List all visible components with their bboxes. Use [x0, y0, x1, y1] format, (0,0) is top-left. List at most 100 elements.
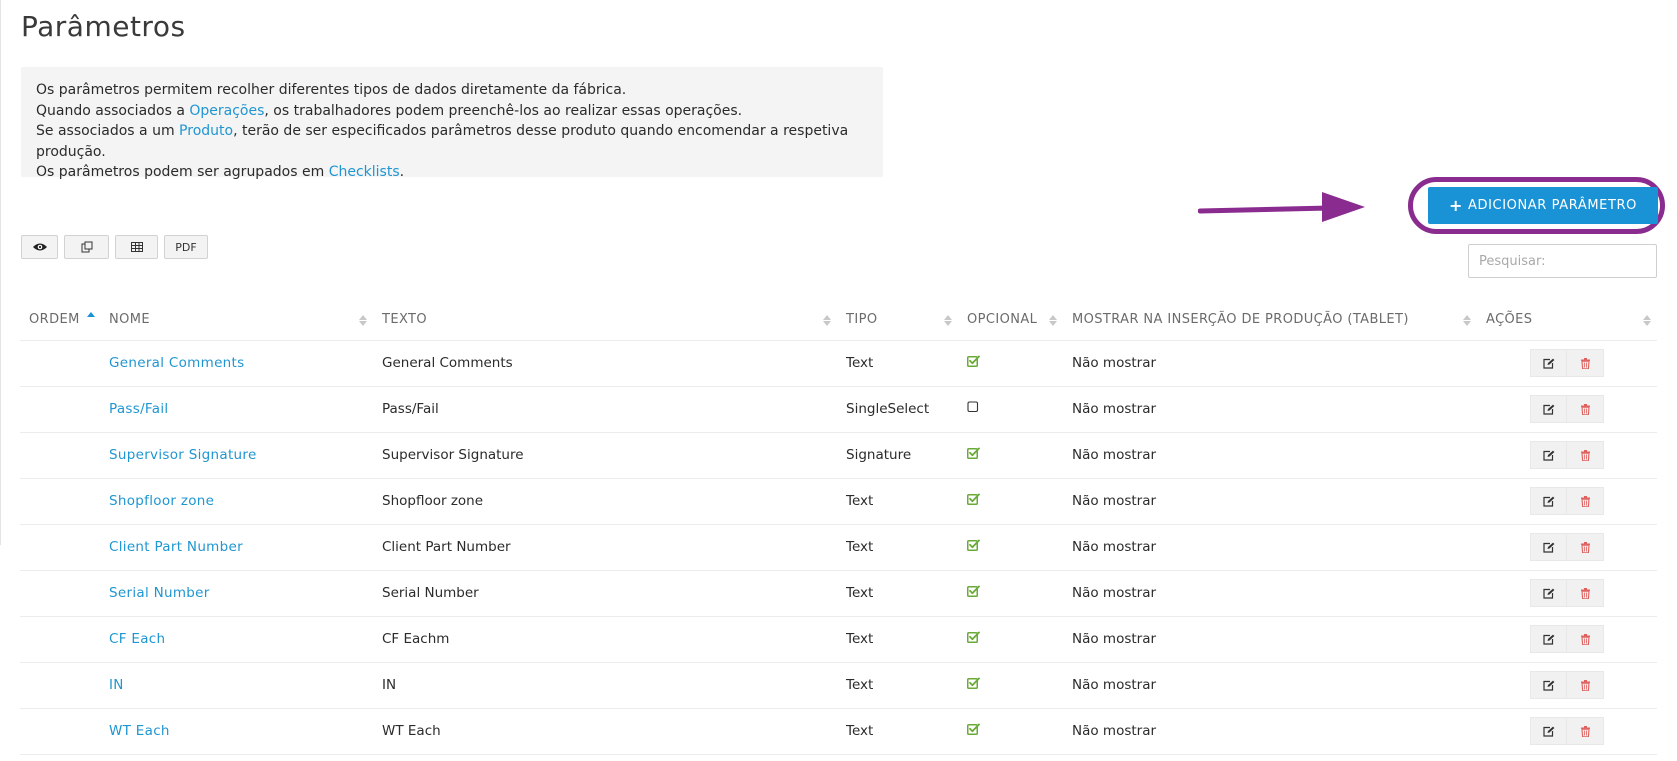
actions-cell: [1477, 386, 1657, 433]
row-actions: [1530, 625, 1604, 653]
edit-button[interactable]: [1530, 533, 1567, 561]
ordem-cell: [20, 662, 100, 709]
trash-icon: [1580, 679, 1590, 691]
mostrar-cell: Não mostrar: [1063, 340, 1477, 387]
delete-button[interactable]: [1567, 487, 1604, 515]
parameter-name-link[interactable]: Supervisor Signature: [109, 447, 257, 463]
edit-button[interactable]: [1530, 487, 1567, 515]
parameter-name-link[interactable]: Client Part Number: [109, 539, 243, 555]
tipo-cell: Text: [837, 616, 958, 663]
tipo-cell: Text: [837, 570, 958, 617]
column-header-mostrar[interactable]: MOSTRAR NA INSERÇÃO DE PRODUÇÃO (TABLET): [1063, 300, 1477, 341]
opcional-cell: [958, 662, 1063, 709]
edit-icon: [1542, 358, 1554, 369]
opcional-cell: [958, 386, 1063, 433]
produto-link[interactable]: Produto: [179, 123, 233, 139]
search-input[interactable]: [1468, 244, 1657, 278]
edit-button[interactable]: [1530, 349, 1567, 377]
column-header-acoes[interactable]: AÇÕES: [1477, 300, 1657, 341]
trash-icon: [1580, 449, 1590, 461]
texto-cell: Serial Number: [373, 570, 837, 617]
nome-cell: Serial Number: [100, 570, 373, 617]
parameter-name-link[interactable]: Shopfloor zone: [109, 493, 214, 509]
column-header-ordem[interactable]: ORDEM: [20, 300, 100, 341]
parameter-name-link[interactable]: Serial Number: [109, 585, 210, 601]
ordem-cell: [20, 432, 100, 479]
parameter-name-link[interactable]: IN: [109, 677, 124, 693]
actions-cell: [1477, 478, 1657, 525]
edit-icon: [1542, 588, 1554, 599]
mostrar-cell: Não mostrar: [1063, 616, 1477, 663]
table-row: Serial Number Serial Number Text Não mos…: [20, 570, 1657, 617]
texto-cell: Pass/Fail: [373, 386, 837, 433]
table-row: Supervisor Signature Supervisor Signatur…: [20, 432, 1657, 479]
delete-button[interactable]: [1567, 717, 1604, 745]
delete-button[interactable]: [1567, 579, 1604, 607]
texto-cell: Client Part Number: [373, 524, 837, 571]
checked-box-icon: [967, 539, 980, 551]
mostrar-cell: Não mostrar: [1063, 478, 1477, 525]
tipo-cell: Text: [837, 662, 958, 709]
parameter-name-link[interactable]: General Comments: [109, 355, 244, 371]
checked-box-icon: [967, 723, 980, 735]
delete-button[interactable]: [1567, 441, 1604, 469]
page-title: Parâmetros: [21, 10, 186, 43]
checked-box-icon: [967, 447, 980, 459]
actions-cell: [1477, 708, 1657, 755]
nome-cell: Shopfloor zone: [100, 478, 373, 525]
edit-icon: [1542, 450, 1554, 461]
column-header-nome[interactable]: NOME: [100, 300, 373, 341]
ordem-cell: [20, 340, 100, 387]
sort-icon: [359, 313, 367, 327]
trash-icon: [1580, 633, 1590, 645]
export-toolbar: PDF: [21, 235, 208, 259]
edit-button[interactable]: [1530, 441, 1567, 469]
sort-icon: [1463, 313, 1471, 327]
unchecked-box-icon: [967, 401, 979, 413]
parameter-name-link[interactable]: Pass/Fail: [109, 401, 168, 417]
delete-button[interactable]: [1567, 349, 1604, 377]
delete-button[interactable]: [1567, 395, 1604, 423]
sort-icon: [1049, 313, 1057, 327]
actions-cell: [1477, 340, 1657, 387]
edit-button[interactable]: [1530, 717, 1567, 745]
column-header-tipo[interactable]: TIPO: [837, 300, 958, 341]
delete-button[interactable]: [1567, 625, 1604, 653]
add-parameter-button[interactable]: + ADICIONAR PARÂMETRO: [1428, 187, 1658, 224]
trash-icon: [1580, 541, 1590, 553]
delete-button[interactable]: [1567, 671, 1604, 699]
opcional-cell: [958, 478, 1063, 525]
pdf-export-button[interactable]: PDF: [164, 235, 208, 259]
opcional-cell: [958, 708, 1063, 755]
parameter-name-link[interactable]: WT Each: [109, 723, 170, 739]
info-box: Os parâmetros permitem recolher diferent…: [21, 67, 883, 180]
edit-icon: [1542, 404, 1554, 415]
ordem-cell: [20, 570, 100, 617]
column-visibility-button[interactable]: [21, 235, 58, 259]
nome-cell: Client Part Number: [100, 524, 373, 571]
trash-icon: [1580, 403, 1590, 415]
info-line-4: Os parâmetros podem ser agrupados em Che…: [36, 164, 405, 180]
edit-button[interactable]: [1530, 625, 1567, 653]
copy-button[interactable]: [64, 235, 109, 259]
parameter-name-link[interactable]: CF Each: [109, 631, 165, 647]
edit-button[interactable]: [1530, 579, 1567, 607]
checklists-link[interactable]: Checklists: [329, 164, 400, 180]
page: Parâmetros Os parâmetros permitem recolh…: [0, 0, 1677, 761]
edit-button[interactable]: [1530, 395, 1567, 423]
excel-export-button[interactable]: [115, 235, 158, 259]
ordem-cell: [20, 708, 100, 755]
actions-cell: [1477, 524, 1657, 571]
column-header-opcional[interactable]: OPCIONAL: [958, 300, 1063, 341]
row-actions: [1530, 717, 1604, 745]
delete-button[interactable]: [1567, 533, 1604, 561]
operacoes-link[interactable]: Operações: [189, 103, 264, 119]
edit-icon: [1542, 726, 1554, 737]
column-header-texto[interactable]: TEXTO: [373, 300, 837, 341]
row-actions: [1530, 349, 1604, 377]
trash-icon: [1580, 495, 1590, 507]
mostrar-cell: Não mostrar: [1063, 432, 1477, 479]
table-body: General Comments General Comments Text N…: [20, 340, 1657, 755]
edit-button[interactable]: [1530, 671, 1567, 699]
nome-cell: IN: [100, 662, 373, 709]
